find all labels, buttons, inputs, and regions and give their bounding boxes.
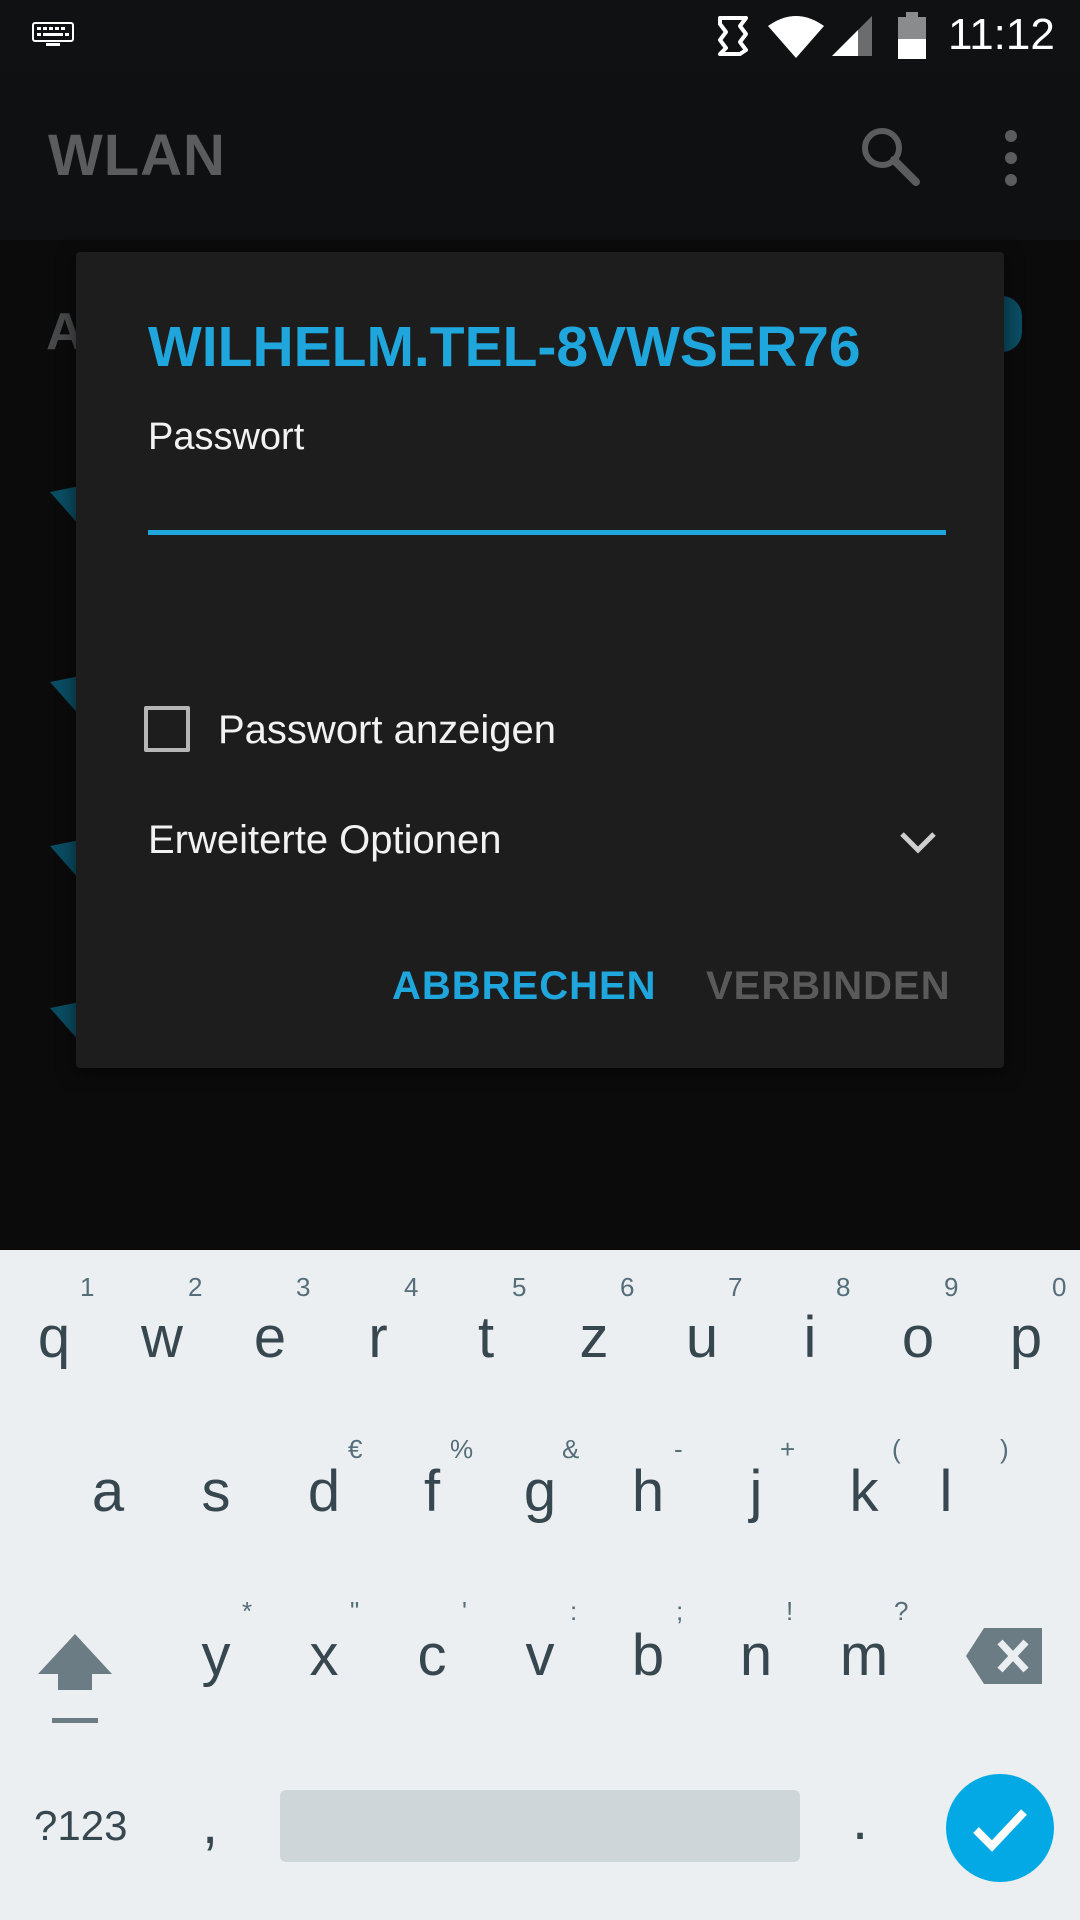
key-hint: 0 (1052, 1272, 1067, 1302)
key-t[interactable]: 5t (432, 1250, 540, 1410)
key-label: z (579, 1305, 609, 1370)
key-label: v (525, 1623, 555, 1688)
space-bar[interactable] (280, 1790, 800, 1862)
wifi-password-dialog: WILHELM.TEL-8VWSER76 Passwort Passwort a… (76, 252, 1004, 1068)
key-label: q (37, 1305, 71, 1370)
key-hint: 5 (512, 1272, 527, 1302)
key-p[interactable]: 0p (972, 1250, 1080, 1410)
key-r[interactable]: 4r (324, 1250, 432, 1410)
key-label: g (523, 1459, 557, 1524)
key-label: b (631, 1623, 665, 1688)
key-label: o (901, 1305, 935, 1370)
key-b[interactable]: ; b (594, 1574, 702, 1738)
key-o[interactable]: 9o (864, 1250, 972, 1410)
key-label: r (368, 1305, 388, 1370)
key-hint: 1 (80, 1272, 95, 1302)
key-n[interactable]: ! n (702, 1574, 810, 1738)
key-hint: 8 (836, 1272, 851, 1302)
overflow-menu-icon[interactable] (996, 128, 1026, 188)
app-bar: WLAN (0, 72, 1080, 240)
shift-icon[interactable] (38, 1634, 112, 1724)
key-hint: 2 (188, 1272, 203, 1302)
symbols-key[interactable]: ?123 (34, 1802, 127, 1850)
chevron-down-icon[interactable] (898, 822, 938, 862)
period-key[interactable]: . (852, 1786, 868, 1853)
comma-key[interactable]: , (202, 1790, 218, 1857)
key-hint: ) (1000, 1434, 1009, 1464)
key-label: i (803, 1305, 817, 1370)
password-label: Passwort (148, 416, 305, 458)
key-e[interactable]: 3e (216, 1250, 324, 1410)
key-label: w (141, 1305, 183, 1370)
key-u[interactable]: 7u (648, 1250, 756, 1410)
checkmark-icon (973, 1809, 1027, 1852)
key-x[interactable]: " x (270, 1574, 378, 1738)
dialog-title: WILHELM.TEL-8VWSER76 (148, 315, 861, 379)
key-label: m (839, 1623, 889, 1688)
key-m[interactable]: ? m (810, 1574, 918, 1738)
key-s[interactable]: s (162, 1410, 270, 1574)
key-i[interactable]: 8i (756, 1250, 864, 1410)
advanced-options-label[interactable]: Erweiterte Optionen (148, 818, 502, 863)
key-label: h (631, 1459, 665, 1524)
sync-icon (718, 16, 748, 56)
keyboard-icon (32, 22, 74, 46)
status-bar: 11:12 (0, 0, 1080, 72)
key-hint: 6 (620, 1272, 635, 1302)
key-hint: 4 (404, 1272, 419, 1302)
key-l[interactable]: ) l (918, 1410, 1026, 1574)
key-w[interactable]: 2w (108, 1250, 216, 1410)
key-label: j (749, 1459, 763, 1524)
key-hint: 9 (944, 1272, 959, 1302)
search-icon[interactable] (858, 124, 922, 188)
key-y[interactable]: * y (162, 1574, 270, 1738)
key-f[interactable]: % f (378, 1410, 486, 1574)
key-label: p (1009, 1305, 1043, 1370)
cell-signal-icon (832, 16, 872, 56)
backspace-icon[interactable] (966, 1628, 1042, 1684)
key-d[interactable]: € d (270, 1410, 378, 1574)
key-h[interactable]: -h (594, 1410, 702, 1574)
key-label: a (91, 1459, 125, 1524)
key-c[interactable]: ' c (378, 1574, 486, 1738)
key-label: d (307, 1459, 341, 1524)
key-label: e (253, 1305, 287, 1370)
key-a[interactable]: a (54, 1410, 162, 1574)
done-button[interactable] (946, 1774, 1054, 1882)
wifi-icon (768, 16, 824, 58)
soft-keyboard: 1q 2w 3e 4r 5t 6z 7u 8i 9o 0p a s € d % f … (0, 1250, 1080, 1920)
connect-button[interactable]: VERBINDEN (706, 964, 951, 1009)
password-input[interactable] (148, 466, 946, 535)
cancel-button[interactable]: ABBRECHEN (392, 964, 657, 1009)
key-label: c (417, 1623, 447, 1688)
key-label: f (423, 1459, 441, 1524)
status-clock: 11:12 (948, 10, 1055, 59)
key-z[interactable]: 6z (540, 1250, 648, 1410)
key-label: x (309, 1623, 339, 1688)
key-label: l (939, 1459, 953, 1524)
show-password-label[interactable]: Passwort anzeigen (218, 708, 556, 753)
key-label: y (201, 1623, 231, 1688)
key-hint: 3 (296, 1272, 311, 1302)
key-j[interactable]: + j (702, 1410, 810, 1574)
key-g[interactable]: & g (486, 1410, 594, 1574)
page-title: WLAN (48, 123, 226, 188)
key-label: n (739, 1623, 773, 1688)
key-label: u (685, 1305, 719, 1370)
show-password-checkbox[interactable] (144, 706, 190, 752)
key-label: s (201, 1459, 231, 1524)
battery-icon (898, 12, 926, 59)
key-label: t (477, 1305, 495, 1370)
key-q[interactable]: 1q (0, 1250, 108, 1410)
key-v[interactable]: :v (486, 1574, 594, 1738)
key-hint: 7 (728, 1272, 743, 1302)
